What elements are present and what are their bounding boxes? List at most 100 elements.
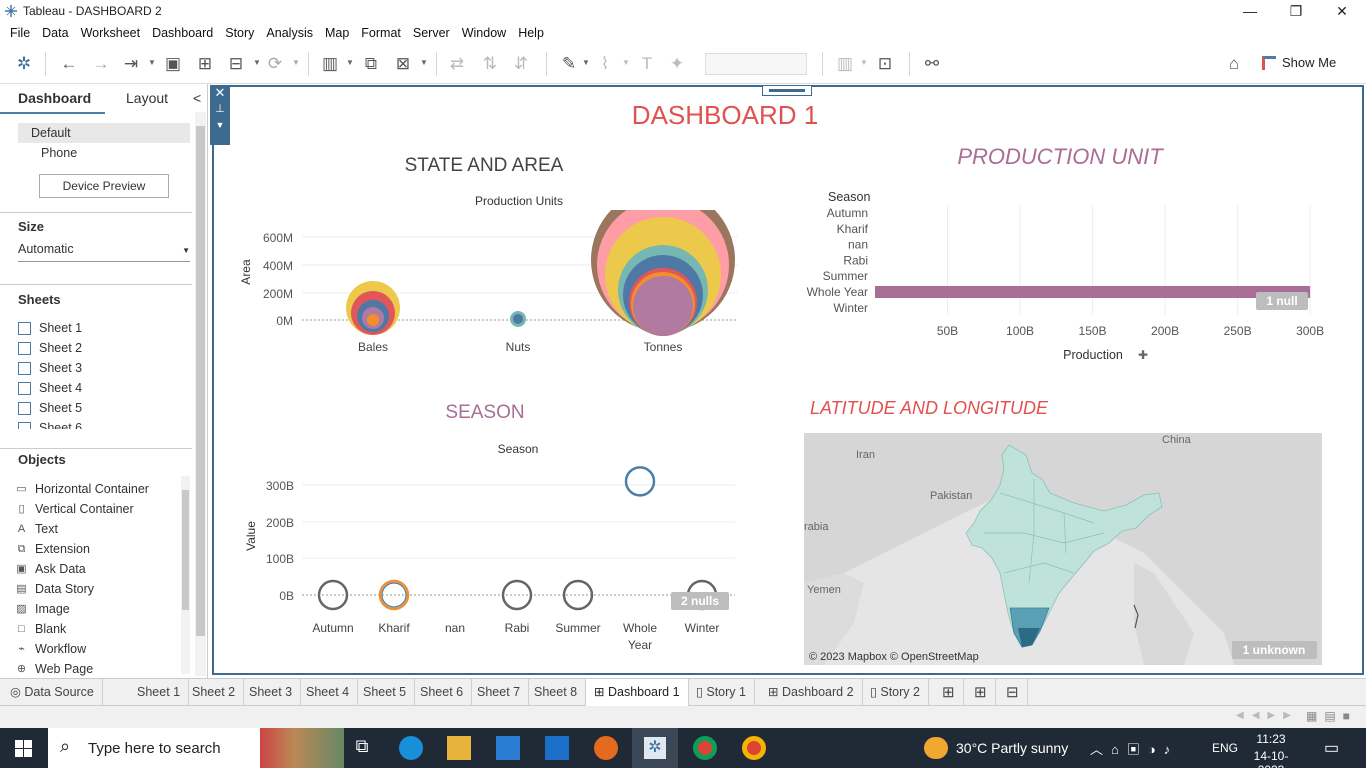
save-icon[interactable]: ▣ [162, 53, 184, 75]
format-painter-icon[interactable]: ⌂ [1223, 53, 1245, 75]
map-attribution[interactable]: © 2023 Mapbox © OpenStreetMap [809, 651, 979, 663]
duplicate-sheet-icon[interactable]: ⧉ [360, 53, 382, 75]
sheet-item-3[interactable]: Sheet 3 [18, 361, 82, 375]
tableau-taskbar-button[interactable]: ✲ [632, 728, 678, 768]
object-web-page[interactable]: ⊕ Web Page [16, 662, 93, 676]
menu-file[interactable]: File [4, 26, 36, 40]
device-preview-button[interactable]: Device Preview [39, 174, 169, 198]
edge-icon[interactable] [399, 736, 423, 760]
tab-dashboard-pane[interactable]: Dashboard [18, 90, 91, 106]
menu-format[interactable]: Format [355, 26, 407, 40]
undo-icon[interactable]: ← [58, 53, 80, 75]
refresh-dropdown-icon[interactable]: ▼ [292, 58, 300, 67]
device-phone[interactable]: Phone [41, 146, 77, 160]
menu-worksheet[interactable]: Worksheet [75, 26, 147, 40]
tab-sheet-7[interactable]: Sheet 7 [469, 679, 530, 706]
menu-dashboard[interactable]: Dashboard [146, 26, 219, 40]
state-area-chart[interactable]: Production Units Area 600M 400M 200M 0M … [230, 190, 750, 360]
windows-start-icon[interactable] [15, 740, 32, 757]
language-indicator[interactable]: ENG [1212, 741, 1238, 755]
object-image[interactable]: ▨ Image [16, 602, 69, 616]
clock-time[interactable]: 11:23 [1249, 732, 1293, 746]
pause-dropdown-icon[interactable]: ▼ [253, 58, 261, 67]
production-unit-chart[interactable]: Season Autumn Kharif nanRabi Summer Whole Ye… [800, 185, 1330, 365]
season-chart[interactable]: Season Value 300B 200B 100B 0B 2 nulls A… [230, 438, 750, 656]
notifications-icon[interactable]: ▭ [1324, 738, 1339, 758]
tab-dashboard-1[interactable]: ⊞ Dashboard 1 [586, 679, 689, 706]
menu-window[interactable]: Window [456, 26, 512, 40]
tab-layout-pane[interactable]: Layout [126, 90, 168, 106]
map-unknown-badge[interactable]: 1 unknown [1243, 643, 1306, 657]
collapse-pane-icon[interactable]: < [193, 90, 201, 106]
object-data-story[interactable]: ▤ Data Story [16, 582, 94, 596]
sheet-item-4[interactable]: Sheet 4 [18, 381, 82, 395]
new-dashboard-tab-icon[interactable]: ⊞ [966, 679, 996, 706]
replay-dropdown-icon[interactable]: ▼ [148, 58, 156, 67]
pause-updates-icon[interactable]: ⊟ [225, 53, 247, 75]
firefox-icon[interactable] [594, 736, 618, 760]
new-story-tab-icon[interactable]: ⊟ [998, 679, 1028, 706]
chrome-icon[interactable] [693, 736, 717, 760]
sort-ascending-icon[interactable]: ⇅ [479, 53, 501, 75]
clear-sheet-icon[interactable]: ⊠ [392, 53, 414, 75]
new-datasource-icon[interactable]: ⊞ [194, 53, 216, 75]
presentation-mode-icon[interactable]: ⊡ [874, 53, 896, 75]
minimize-button[interactable]: — [1227, 0, 1273, 22]
tab-data-source[interactable]: ◎ Data Source [2, 679, 103, 706]
maximize-button[interactable]: ❐ [1273, 0, 1319, 22]
objects-scrollbar[interactable] [181, 476, 190, 674]
production-bar[interactable] [875, 286, 1311, 298]
remove-container-icon[interactable]: ✕ [210, 85, 230, 101]
left-pane-scrollbar[interactable] [195, 112, 206, 676]
sort-descending-icon[interactable]: ⇵ [510, 53, 532, 75]
file-explorer-icon[interactable] [447, 736, 471, 760]
weather-icon[interactable] [924, 737, 948, 759]
production-null-badge[interactable]: 1 null [1266, 294, 1297, 308]
clear-dropdown-icon[interactable]: ▼ [420, 58, 428, 67]
tab-sheet-8[interactable]: Sheet 8 [526, 679, 587, 706]
bales-bubbles[interactable] [346, 281, 400, 335]
pin-icon[interactable]: ✚ [1138, 348, 1148, 362]
menu-analysis[interactable]: Analysis [260, 26, 319, 40]
swap-icon[interactable]: ⇄ [446, 53, 468, 75]
new-sheet-dropdown-icon[interactable]: ▼ [346, 58, 354, 67]
container-menu-icon[interactable]: ▼ [210, 117, 230, 133]
tab-sheet-5[interactable]: Sheet 5 [355, 679, 416, 706]
clock-date[interactable]: 14-10-2023 [1241, 749, 1301, 777]
tab-sheet-4[interactable]: Sheet 4 [298, 679, 359, 706]
object-workflow[interactable]: ⌁ Workflow [16, 642, 86, 656]
highlight-icon[interactable]: ✎ [558, 53, 580, 75]
tab-story-1[interactable]: ▯ Story 1 [688, 679, 755, 706]
new-worksheet-icon[interactable]: ▥ [319, 53, 341, 75]
mail-icon[interactable] [545, 736, 569, 760]
size-select[interactable]: Automatic ▼ [18, 242, 190, 262]
tableau-home-icon[interactable]: ✲ [13, 53, 35, 75]
menu-story[interactable]: Story [219, 26, 260, 40]
menu-server[interactable]: Server [407, 26, 456, 40]
pin-container-icon[interactable]: ⊥ [210, 101, 230, 117]
tab-nav-arrows-icon[interactable]: ◀◀▶▶ [1236, 710, 1299, 721]
highlight-dropdown-icon[interactable]: ▼ [582, 58, 590, 67]
object-text[interactable]: A Text [16, 522, 58, 536]
tab-sheet-1[interactable]: Sheet 1 [129, 679, 190, 706]
tonnes-bubbles[interactable] [591, 190, 735, 336]
object-horizontal-container[interactable]: ▭ Horizontal Container [16, 482, 149, 496]
labels-icon[interactable]: T [636, 53, 658, 75]
new-worksheet-tab-icon[interactable]: ⊞ [934, 679, 964, 706]
group-icon[interactable]: ⌇ [594, 53, 616, 75]
season-mark[interactable] [624, 466, 656, 497]
cards-dropdown-icon[interactable]: ▼ [860, 58, 868, 67]
group-dropdown-icon[interactable]: ▼ [622, 58, 630, 67]
object-extension[interactable]: ⧉ Extension [16, 542, 90, 556]
tab-story-2[interactable]: ▯ Story 2 [862, 679, 929, 706]
sheet-item-6[interactable]: Sheet 6 [18, 421, 82, 429]
tab-dashboard-2[interactable]: ⊞ Dashboard 2 [760, 679, 863, 706]
india-map[interactable]: Iran China Pakistan rabia Yemen © 2023 M… [804, 433, 1322, 665]
device-default[interactable]: Default [31, 126, 71, 140]
show-me-button[interactable]: Show Me [1262, 55, 1336, 70]
replay-icon[interactable]: ⇥ [120, 53, 142, 75]
taskbar-search[interactable]: ⌕ Type here to search [48, 728, 344, 768]
share-icon[interactable]: ⚯ [921, 53, 943, 75]
menu-map[interactable]: Map [319, 26, 355, 40]
system-tray-icons[interactable]: ︿⌂▣◑♪ [1090, 739, 1178, 758]
